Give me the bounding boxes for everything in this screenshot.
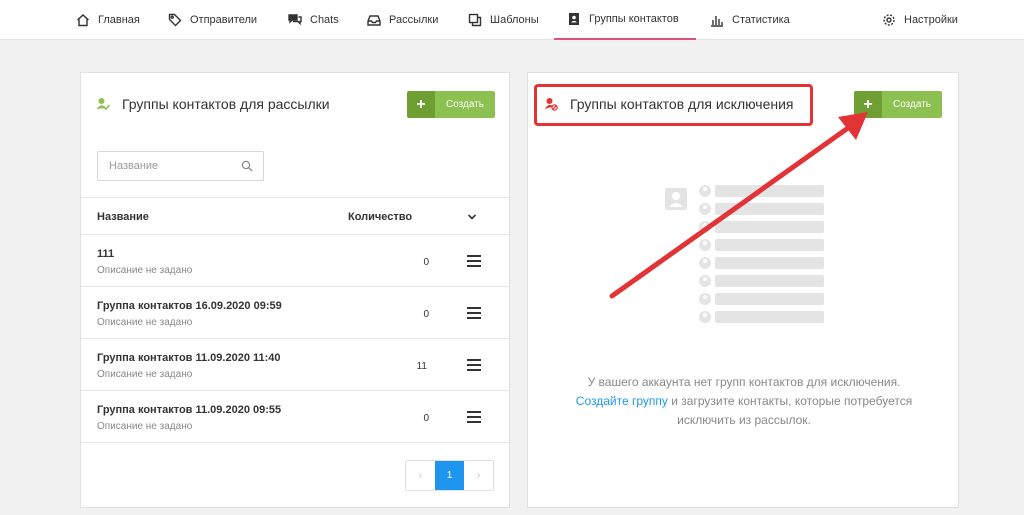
nav-item-settings[interactable]: Настройки	[882, 0, 958, 40]
group-name[interactable]: Группа контактов 11.09.2020 11:40	[97, 352, 281, 364]
panel-title: Группы контактов для рассылки	[122, 96, 330, 112]
nav-item-mailings[interactable]: Рассылки	[367, 0, 438, 40]
nav-item-label: Группы контактов	[589, 13, 679, 25]
hamburger-menu-icon[interactable]	[467, 307, 481, 319]
nav-item-label: Статистика	[732, 14, 790, 26]
nav-item-statistics[interactable]: Статистика	[710, 0, 790, 40]
table-row[interactable]: Группа контактов 16.09.2020 09:59 Описан…	[81, 287, 509, 339]
plus-icon: +	[854, 91, 882, 118]
empty-state-line-2-text: и загрузите контакты, которые потребуетс…	[667, 394, 913, 408]
create-mailing-group-button[interactable]: + Создать	[407, 91, 495, 118]
column-header-count[interactable]: Количество	[348, 211, 412, 223]
group-description: Описание не задано	[97, 369, 193, 380]
chat-icon	[288, 14, 302, 26]
group-name[interactable]: 111	[97, 248, 114, 260]
empty-state-line-2: Создайте группу и загрузите контакты, ко…	[528, 392, 960, 411]
group-count: 0	[423, 413, 429, 424]
mailing-groups-panel: Группы контактов для рассылки + Создать …	[80, 72, 510, 508]
create-button-label: Создать	[435, 91, 495, 118]
tag-icon	[168, 13, 182, 27]
copy-icon	[468, 13, 482, 27]
nav-item-contact-groups[interactable]: Группы контактов	[554, 0, 696, 40]
group-name[interactable]: Группа контактов 11.09.2020 09:55	[97, 404, 281, 416]
nav-item-label: Настройки	[904, 14, 958, 26]
group-count: 0	[423, 309, 429, 320]
nav-item-home[interactable]: Главная	[76, 0, 140, 40]
hamburger-menu-icon[interactable]	[467, 359, 481, 371]
table-row[interactable]: Группа контактов 11.09.2020 11:40 Описан…	[81, 339, 509, 391]
group-count: 0	[423, 257, 429, 268]
bar-chart-icon	[711, 16, 723, 27]
table-row[interactable]: Группа контактов 11.09.2020 09:55 Описан…	[81, 391, 509, 443]
group-name[interactable]: Группа контактов 16.09.2020 09:59	[97, 300, 282, 312]
empty-state-message: У вашего аккаунта нет групп контактов дл…	[528, 373, 960, 430]
empty-state-line-3: исключить из рассылок.	[677, 413, 811, 427]
pagination-page-1[interactable]: 1	[435, 461, 464, 490]
create-exclusion-group-button[interactable]: + Создать	[854, 91, 942, 118]
table-header: Название Количество	[81, 197, 509, 235]
inbox-icon	[367, 15, 381, 26]
group-description: Описание не задано	[97, 421, 193, 432]
table-row[interactable]: 111 Описание не задано 0	[81, 235, 509, 287]
nav-item-label: Шаблоны	[490, 14, 539, 26]
user-check-icon	[96, 98, 110, 111]
nav-item-templates[interactable]: Шаблоны	[468, 0, 539, 40]
nav-item-senders[interactable]: Отправители	[168, 0, 257, 40]
group-count: 11	[416, 361, 427, 372]
top-navigation: Главная Отправители Chats Рассылки Шабло…	[0, 0, 1024, 40]
pagination-next-button[interactable]: ›	[464, 461, 493, 490]
create-group-link[interactable]: Создайте группу	[576, 394, 668, 408]
contacts-book-icon	[569, 13, 579, 25]
column-header-name[interactable]: Название	[97, 211, 149, 223]
nav-item-label: Chats	[310, 14, 339, 26]
nav-item-label: Главная	[98, 14, 140, 26]
exclusion-groups-panel: Группы контактов для исключения + Создат…	[527, 72, 959, 508]
search-icon[interactable]	[241, 160, 253, 172]
gear-icon	[883, 14, 895, 26]
chevron-down-icon[interactable]	[466, 211, 478, 223]
search-box	[97, 151, 264, 181]
pagination-prev-button[interactable]: ‹	[406, 461, 435, 490]
group-description: Описание не задано	[97, 265, 193, 276]
create-button-label: Создать	[882, 91, 942, 118]
empty-contacts-illustration	[665, 185, 824, 323]
title-highlight-box	[534, 84, 813, 126]
nav-item-label: Отправители	[190, 14, 258, 26]
hamburger-menu-icon[interactable]	[467, 255, 481, 267]
group-description: Описание не задано	[97, 317, 193, 328]
search-input[interactable]	[98, 152, 228, 180]
hamburger-menu-icon[interactable]	[467, 411, 481, 423]
nav-item-chats[interactable]: Chats	[288, 0, 339, 40]
plus-icon: +	[407, 91, 435, 118]
empty-state-line-1: У вашего аккаунта нет групп контактов дл…	[587, 375, 901, 389]
pagination: ‹ 1 ›	[405, 460, 494, 491]
nav-item-label: Рассылки	[389, 14, 439, 26]
home-icon	[77, 14, 89, 27]
